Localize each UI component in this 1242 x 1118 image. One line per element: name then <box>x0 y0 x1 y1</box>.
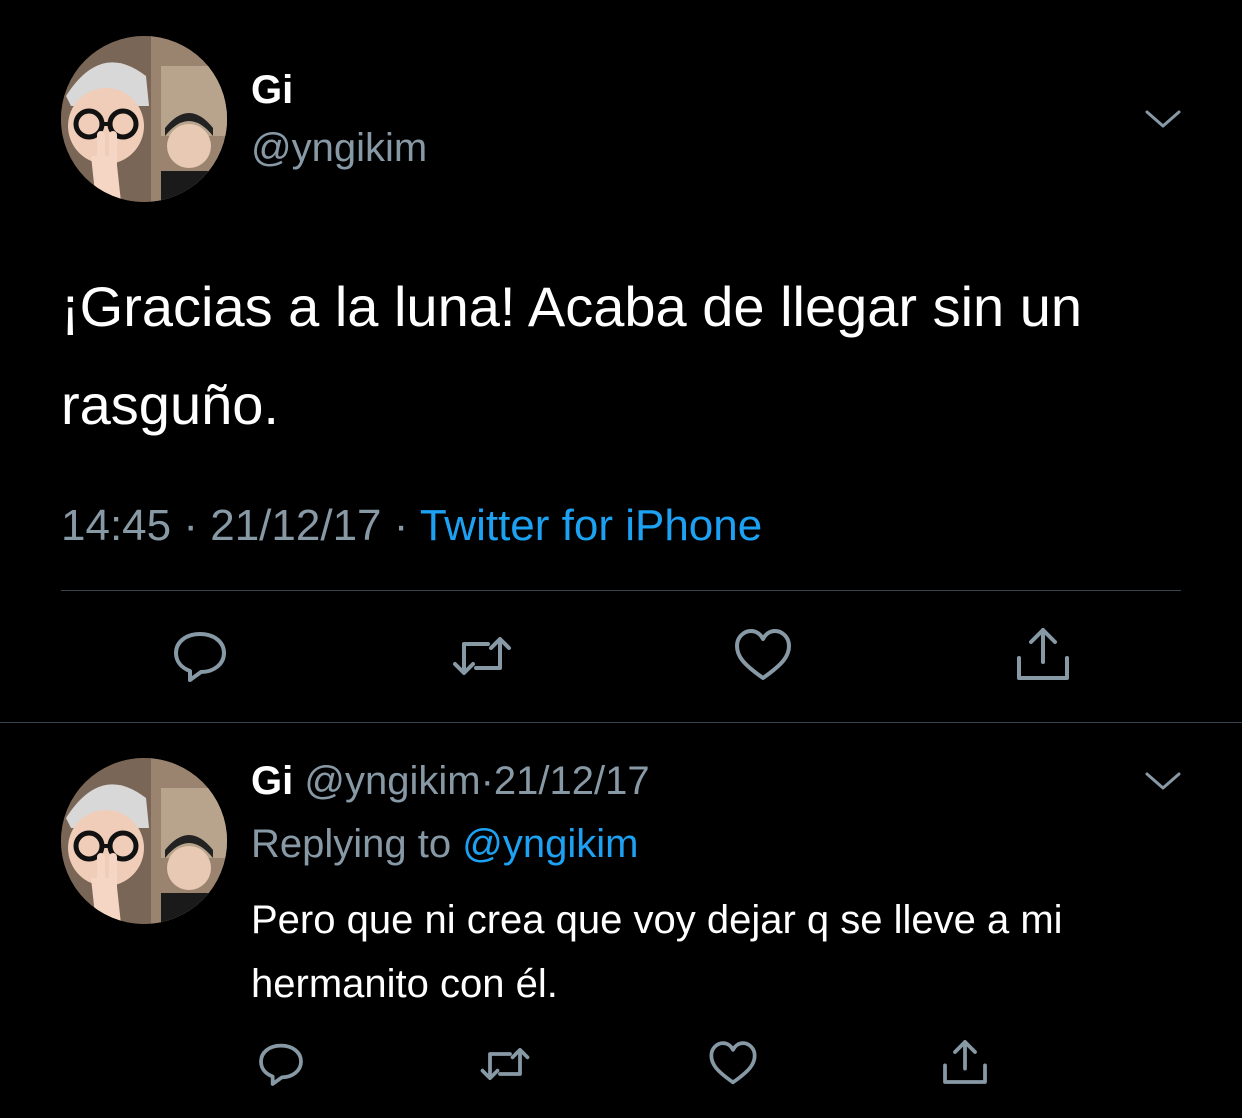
reply-author-handle[interactable]: @yngikim <box>304 759 480 803</box>
profile-photo <box>61 758 227 924</box>
heart-icon[interactable] <box>708 1039 758 1089</box>
reply-author-avatar[interactable] <box>61 758 227 924</box>
heart-icon[interactable] <box>733 626 793 686</box>
tweet-time: 14:45 <box>61 501 172 550</box>
author-avatar[interactable] <box>61 36 227 202</box>
author-name[interactable]: Gi <box>251 66 293 114</box>
reply-icon[interactable] <box>256 1039 306 1089</box>
replying-to: Replying to @yngikim <box>251 820 638 868</box>
reply-date[interactable]: 21/12/17 <box>494 759 650 803</box>
meta-separator: · <box>183 501 198 550</box>
tweet-date: 21/12/17 <box>210 501 382 550</box>
tweet-source-link[interactable]: Twitter for iPhone <box>420 501 762 550</box>
divider <box>61 590 1181 591</box>
retweet-icon[interactable] <box>452 626 512 686</box>
meta-separator: · <box>480 759 494 803</box>
chevron-down-icon[interactable] <box>1143 104 1183 134</box>
meta-separator: · <box>393 501 409 550</box>
replying-to-mention-link[interactable]: @yngikim <box>462 822 638 866</box>
chevron-down-icon[interactable] <box>1143 766 1183 796</box>
tweet-meta: 14:45 · 21/12/17 · Twitter for iPhone <box>61 500 762 552</box>
profile-photo <box>61 36 227 202</box>
replying-to-label: Replying to <box>251 822 452 866</box>
author-handle[interactable]: @yngikim <box>251 124 427 172</box>
reply-author-name[interactable]: Gi <box>251 759 293 803</box>
share-icon[interactable] <box>940 1037 990 1087</box>
share-icon[interactable] <box>1013 624 1073 684</box>
reply-text: Pero que ni crea que voy dejar q se llev… <box>251 898 1063 1006</box>
tweet-text: ¡Gracias a la luna! Acaba de llegar sin … <box>61 275 1083 436</box>
retweet-icon[interactable] <box>480 1039 530 1089</box>
reply-header: Gi @yngikim·21/12/17 <box>251 757 650 805</box>
divider <box>0 722 1242 723</box>
reply-icon[interactable] <box>170 626 230 686</box>
